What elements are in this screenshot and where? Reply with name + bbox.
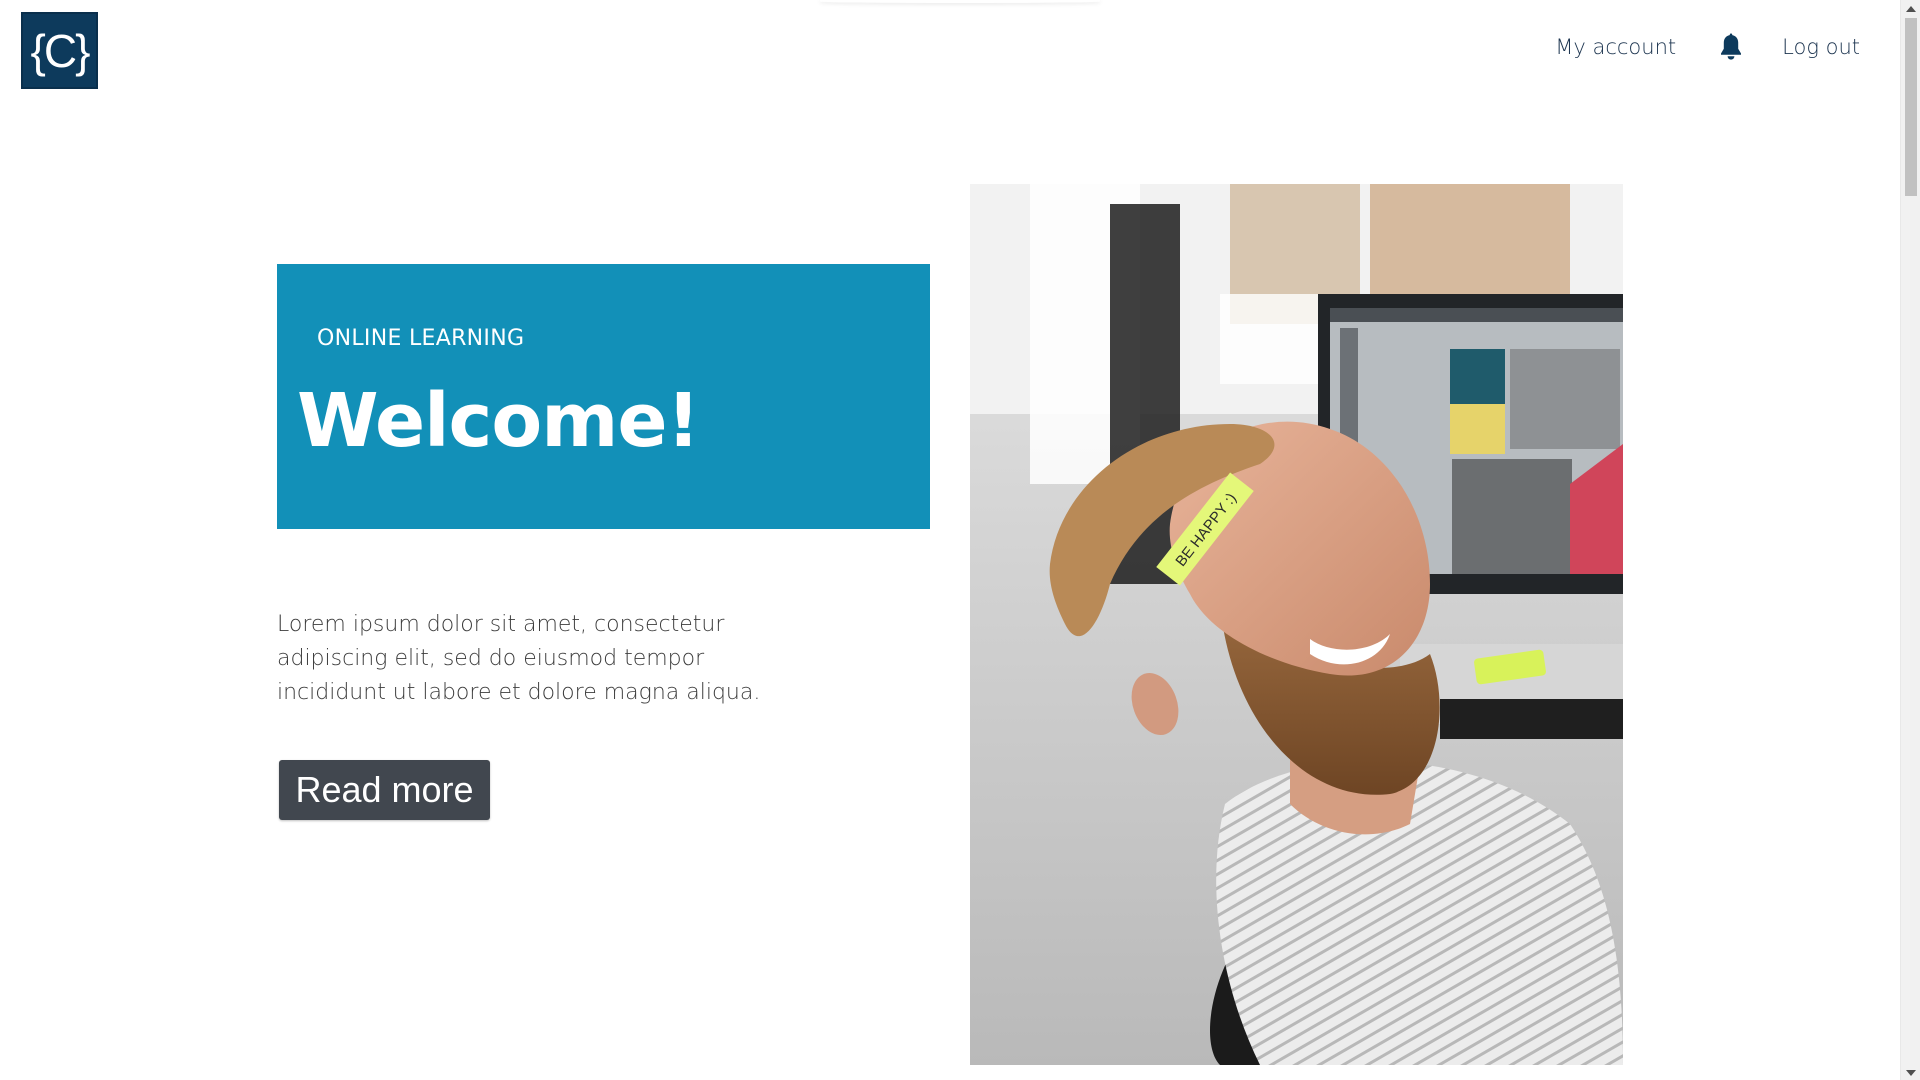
hero-banner: ONLINE LEARNING Welcome! xyxy=(277,264,930,529)
top-nav: My account Log out xyxy=(1555,30,1860,64)
top-shadow xyxy=(820,0,1100,3)
page: {C} My account Log out ONLINE LEARNING W… xyxy=(0,0,1920,1080)
my-account-link[interactable]: My account xyxy=(1555,35,1676,59)
log-out-link[interactable]: Log out xyxy=(1782,35,1860,59)
hero-title: Welcome! xyxy=(297,378,700,464)
hero-photo: BE HAPPY :) xyxy=(970,184,1623,1065)
hero-eyebrow: ONLINE LEARNING xyxy=(317,326,525,351)
vertical-scrollbar[interactable] xyxy=(1900,0,1920,1080)
scroll-up-arrow-icon[interactable] xyxy=(1906,6,1916,12)
scrollbar-thumb[interactable] xyxy=(1905,18,1917,196)
read-more-button[interactable]: Read more xyxy=(279,760,490,820)
site-logo[interactable]: {C} xyxy=(21,12,98,89)
bell-icon[interactable] xyxy=(1718,32,1744,62)
scroll-down-arrow-icon[interactable] xyxy=(1906,1070,1916,1076)
hero-lead-text: Lorem ipsum dolor sit amet, consectetur … xyxy=(277,612,761,705)
